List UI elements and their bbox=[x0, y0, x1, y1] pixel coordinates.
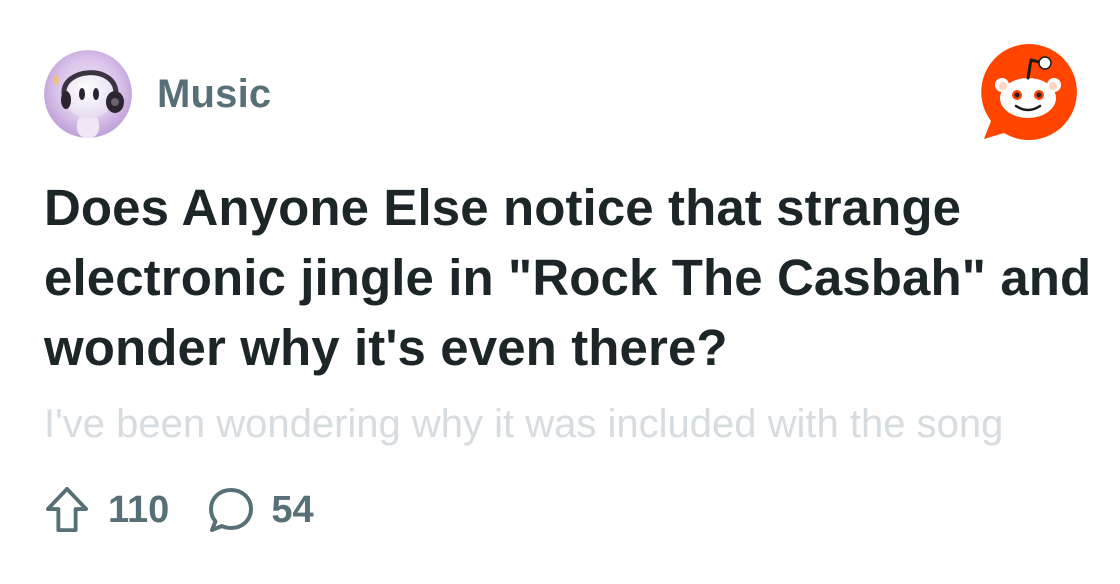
comment-count: 54 bbox=[271, 488, 314, 531]
post-card[interactable]: Music Does Anyone Else notice that stran… bbox=[0, 0, 1120, 584]
subreddit-name[interactable]: Music bbox=[157, 72, 271, 117]
upvote-count: 110 bbox=[108, 488, 170, 531]
post-header: Music bbox=[44, 50, 271, 138]
reddit-logo-icon[interactable] bbox=[978, 42, 1078, 142]
comment-icon bbox=[209, 488, 254, 532]
post-title[interactable]: Does Anyone Else notice that strange ele… bbox=[44, 173, 1094, 383]
upvote-button[interactable]: 110 bbox=[44, 485, 169, 535]
subreddit-avatar[interactable] bbox=[44, 50, 132, 138]
post-excerpt: I've been wondering why it was included … bbox=[44, 402, 1004, 446]
upvote-icon bbox=[45, 486, 89, 533]
post-stats: 110 54 bbox=[44, 482, 314, 538]
comment-button[interactable]: 54 bbox=[207, 486, 314, 534]
post-excerpt-container: I've been wondering why it was included … bbox=[44, 398, 1094, 452]
